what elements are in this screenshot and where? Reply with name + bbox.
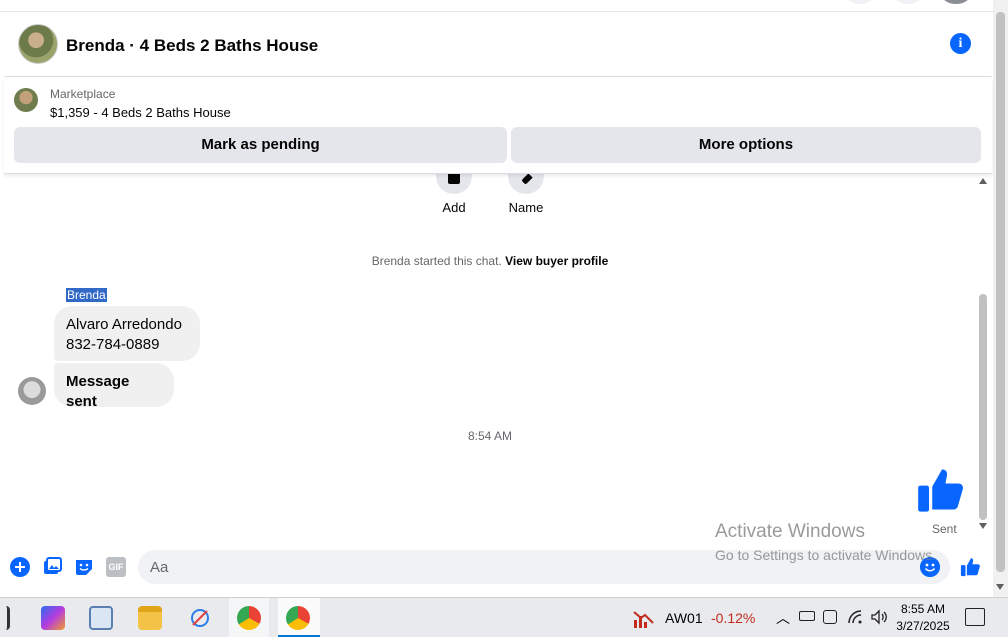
message-bubble[interactable]: Message sent <box>54 363 174 410</box>
clock-date: 3/27/2025 <box>896 619 950 633</box>
message-input-container[interactable] <box>138 550 950 584</box>
chevron-up-icon[interactable]: ︿ <box>776 608 790 628</box>
chat-started-notice: Brenda started this chat. View buyer pro… <box>4 254 976 268</box>
notification-icon[interactable] <box>965 608 985 626</box>
snipping-tool-icon[interactable] <box>188 606 212 630</box>
toolbar-icon[interactable] <box>846 0 874 4</box>
browser-top-strip <box>0 0 1008 12</box>
task-view-icon[interactable] <box>0 606 10 630</box>
clock-time: 8:55 AM <box>900 602 946 616</box>
message-composer: GIF <box>4 548 992 588</box>
file-explorer-icon[interactable] <box>138 606 162 630</box>
page-scrollbar[interactable] <box>993 0 1008 597</box>
stock-change[interactable]: -0.12% <box>711 610 755 626</box>
name-action[interactable]: Name <box>506 173 546 215</box>
marketplace-panel: Marketplace $1,359 - 4 Beds 2 Baths Hous… <box>4 78 992 174</box>
stock-chart-icon[interactable] <box>632 606 656 630</box>
message-bubble[interactable]: Alvaro Arredondo 832-784-0889 <box>54 306 200 361</box>
thumbs-up-icon <box>918 469 963 512</box>
gif-icon[interactable]: GIF <box>106 557 126 577</box>
message-scrollbar[interactable] <box>976 174 990 540</box>
page-scroll-down-arrow-icon[interactable] <box>996 584 1004 590</box>
view-buyer-profile-link[interactable]: View buyer profile <box>505 254 608 268</box>
message-text: 832-784-0889 <box>66 336 160 353</box>
chat-started-text: Brenda started this chat. <box>371 254 502 268</box>
listing-thumbnail[interactable] <box>14 88 38 112</box>
add-icon <box>436 174 472 194</box>
message-text: Alvaro Arredondo <box>66 316 182 333</box>
messenger-window: Brenda · 4 Beds 2 Baths House i Marketpl… <box>0 0 1008 637</box>
battery-icon[interactable] <box>799 611 815 621</box>
marketplace-label: Marketplace <box>50 87 116 101</box>
scroll-down-arrow-icon[interactable] <box>979 523 987 529</box>
chat-header: Brenda · 4 Beds 2 Baths House i <box>4 13 992 77</box>
copilot-icon[interactable] <box>41 606 65 630</box>
remote-desktop-icon[interactable] <box>89 606 113 630</box>
thumbs-up-icon[interactable] <box>960 556 982 578</box>
plus-icon[interactable] <box>10 557 30 577</box>
chrome-icon[interactable] <box>237 606 261 630</box>
profile-icon[interactable] <box>942 0 970 4</box>
scroll-up-arrow-icon[interactable] <box>979 178 987 184</box>
emoji-icon[interactable] <box>920 557 940 577</box>
message-timestamp: 8:54 AM <box>467 429 513 443</box>
meet-now-icon[interactable] <box>823 610 837 624</box>
chrome-profile-icon[interactable] <box>286 606 310 630</box>
sent-status: Sent <box>932 522 957 536</box>
page-scrollbar-thumb[interactable] <box>996 12 1005 572</box>
name-label: Name <box>508 200 544 215</box>
sticker-icon[interactable] <box>74 557 94 577</box>
add-action[interactable]: Add <box>434 174 474 215</box>
scrollbar-thumb[interactable] <box>979 294 987 520</box>
system-clock[interactable]: 8:55 AM 3/27/2025 <box>893 601 953 635</box>
pencil-icon <box>508 173 544 194</box>
windows-taskbar: AW01 -0.12% ︿ 8:55 AM 3/27/2025 <box>0 597 1008 637</box>
conversation-avatar[interactable] <box>18 24 58 64</box>
volume-icon[interactable] <box>870 609 888 625</box>
listing-title[interactable]: $1,359 - 4 Beds 2 Baths House <box>50 105 231 120</box>
message-input[interactable] <box>138 550 950 584</box>
message-list[interactable]: Add Name Brenda started this chat. View … <box>4 173 976 544</box>
toolbar-icon[interactable] <box>894 0 922 4</box>
conversation-title[interactable]: Brenda · 4 Beds 2 Baths House <box>66 36 318 56</box>
message-text: Message sent <box>66 373 130 410</box>
info-icon[interactable]: i <box>950 33 971 54</box>
wifi-icon[interactable] <box>847 609 863 625</box>
sender-avatar[interactable] <box>18 377 46 405</box>
image-icon[interactable] <box>42 557 62 577</box>
mark-as-pending-button[interactable]: Mark as pending <box>14 127 507 163</box>
add-label: Add <box>442 200 466 215</box>
stock-symbol[interactable]: AW01 <box>665 610 703 626</box>
sender-name: Brenda <box>66 288 107 302</box>
more-options-button[interactable]: More options <box>511 127 981 163</box>
